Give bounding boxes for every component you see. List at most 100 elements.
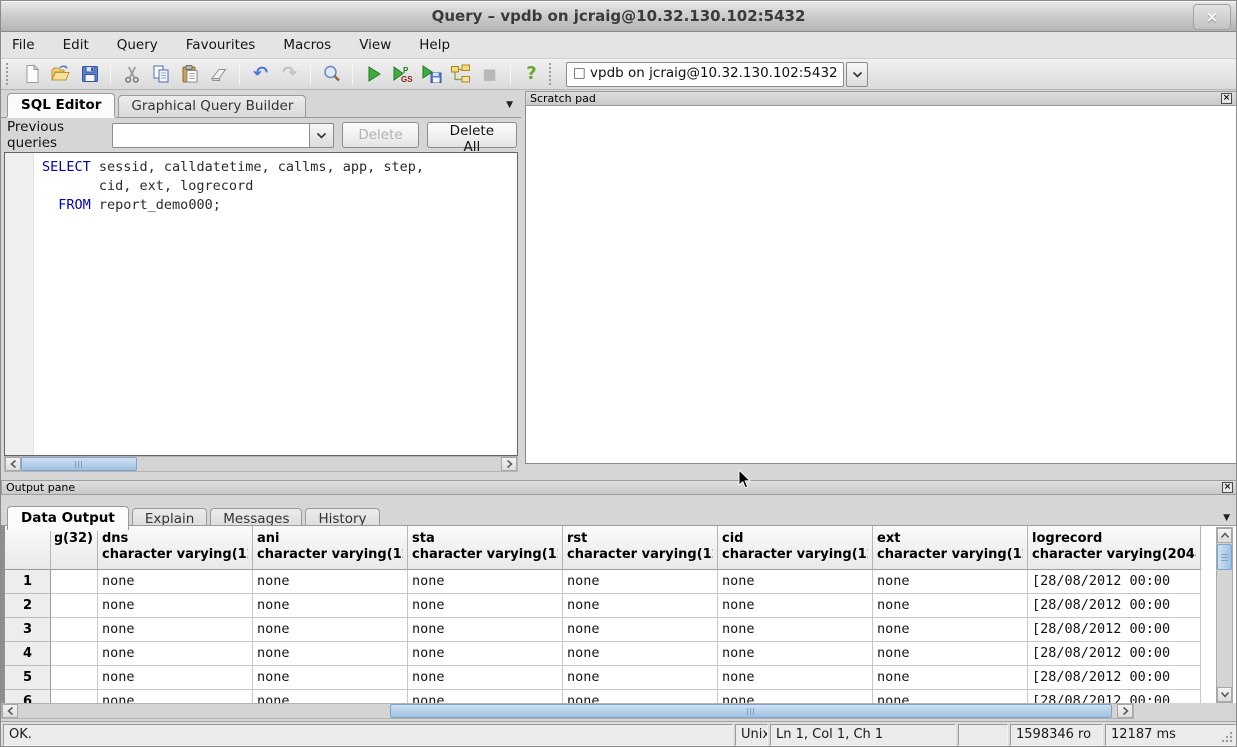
- delete-button[interactable]: Delete: [342, 122, 418, 148]
- table-cell[interactable]: none: [718, 690, 873, 703]
- delete-all-button[interactable]: Delete All: [427, 122, 517, 148]
- row-number[interactable]: 2: [5, 594, 51, 618]
- table-cell[interactable]: none: [873, 666, 1028, 690]
- paste-button[interactable]: [175, 61, 204, 88]
- menu-edit[interactable]: Edit: [63, 37, 89, 53]
- save-file-button[interactable]: [75, 61, 104, 88]
- column-header-dns[interactable]: dnscharacter varying(12): [98, 526, 253, 570]
- output-pane-close-icon[interactable]: ×: [1222, 482, 1233, 493]
- window-close-button[interactable]: ×: [1193, 4, 1231, 30]
- row-number[interactable]: 6: [5, 690, 51, 703]
- table-cell[interactable]: [51, 690, 98, 703]
- copy-button[interactable]: [146, 61, 175, 88]
- connection-dropdown-button[interactable]: [846, 62, 868, 87]
- tab-sql-editor[interactable]: SQL Editor: [7, 93, 115, 117]
- scroll-up-button[interactable]: [1217, 528, 1232, 543]
- explain-query-button[interactable]: [446, 61, 475, 88]
- table-cell[interactable]: [28/08/2012 00:00: [1028, 642, 1201, 666]
- scratch-pad-textarea[interactable]: [525, 106, 1237, 464]
- table-cell[interactable]: none: [408, 666, 563, 690]
- table-cell[interactable]: none: [98, 690, 253, 703]
- find-replace-button[interactable]: [317, 61, 346, 88]
- grid-vscroll-thumb[interactable]: [1217, 544, 1232, 570]
- table-cell[interactable]: none: [408, 642, 563, 666]
- menu-macros[interactable]: Macros: [283, 37, 331, 53]
- menu-help[interactable]: Help: [419, 37, 450, 53]
- connection-selector[interactable]: □ vpdb on jcraig@10.32.130.102:5432: [566, 62, 868, 87]
- table-cell[interactable]: none: [253, 642, 408, 666]
- table-cell[interactable]: none: [408, 690, 563, 703]
- grid-vscroll-track[interactable]: [1217, 571, 1232, 687]
- tab-data-output[interactable]: Data Output: [7, 506, 129, 530]
- scroll-right-button[interactable]: [501, 457, 517, 471]
- table-cell[interactable]: none: [98, 594, 253, 618]
- editor-horizontal-scrollbar[interactable]: [4, 456, 518, 472]
- redo-button[interactable]: ↷: [275, 61, 304, 88]
- open-file-button[interactable]: [46, 61, 75, 88]
- table-cell[interactable]: [28/08/2012 00:00: [1028, 594, 1201, 618]
- undo-button[interactable]: ↶: [246, 61, 275, 88]
- sql-query-text[interactable]: SELECT sessid, calldatetime, callms, app…: [34, 153, 424, 455]
- connection-value[interactable]: □ vpdb on jcraig@10.32.130.102:5432: [566, 62, 844, 87]
- table-cell[interactable]: none: [98, 666, 253, 690]
- table-cell[interactable]: none: [873, 570, 1028, 594]
- column-header-logrecord[interactable]: logrecordcharacter varying(2048): [1028, 526, 1201, 570]
- table-cell[interactable]: [51, 570, 98, 594]
- table-cell[interactable]: none: [718, 594, 873, 618]
- table-cell[interactable]: [51, 642, 98, 666]
- grid-vertical-scrollbar[interactable]: [1216, 527, 1233, 703]
- table-cell[interactable]: [51, 666, 98, 690]
- scratch-pad-close-icon[interactable]: ×: [1221, 93, 1232, 104]
- menu-favourites[interactable]: Favourites: [186, 37, 256, 53]
- table-cell[interactable]: none: [98, 570, 253, 594]
- table-cell[interactable]: none: [563, 666, 718, 690]
- toolbar-grip2[interactable]: [549, 63, 556, 85]
- table-cell[interactable]: none: [408, 594, 563, 618]
- table-cell[interactable]: none: [873, 618, 1028, 642]
- table-cell[interactable]: none: [873, 642, 1028, 666]
- table-cell[interactable]: [28/08/2012 00:00: [1028, 690, 1201, 703]
- table-cell[interactable]: none: [253, 690, 408, 703]
- table-cell[interactable]: none: [253, 666, 408, 690]
- grid-hscroll-track[interactable]: [18, 704, 1117, 718]
- table-cell[interactable]: none: [718, 570, 873, 594]
- table-cell[interactable]: none: [563, 690, 718, 703]
- table-cell[interactable]: none: [98, 618, 253, 642]
- toolbar-grip[interactable]: [6, 63, 13, 85]
- cut-button[interactable]: [117, 61, 146, 88]
- table-cell[interactable]: [28/08/2012 00:00: [1028, 570, 1201, 594]
- table-cell[interactable]: none: [718, 666, 873, 690]
- table-cell[interactable]: none: [253, 618, 408, 642]
- table-cell[interactable]: none: [718, 618, 873, 642]
- scroll-down-button[interactable]: [1217, 687, 1232, 702]
- table-cell[interactable]: [28/08/2012 00:00: [1028, 618, 1201, 642]
- column-header-ani[interactable]: anicharacter varying(12): [253, 526, 408, 570]
- table-cell[interactable]: none: [718, 642, 873, 666]
- table-cell[interactable]: none: [563, 642, 718, 666]
- tab-list-menu-icon[interactable]: ▼: [506, 101, 513, 110]
- previous-queries-combo[interactable]: [112, 123, 334, 148]
- column-header-ext[interactable]: extcharacter varying(12): [873, 526, 1028, 570]
- grid-horizontal-scrollbar[interactable]: [1, 703, 1134, 719]
- table-cell[interactable]: none: [873, 594, 1028, 618]
- sql-text-editor[interactable]: SELECT sessid, calldatetime, callms, app…: [4, 152, 518, 456]
- table-cell[interactable]: none: [253, 570, 408, 594]
- row-number[interactable]: 1: [5, 570, 51, 594]
- new-query-button[interactable]: [17, 61, 46, 88]
- editor-hscroll-track[interactable]: [21, 457, 501, 471]
- table-cell[interactable]: none: [408, 570, 563, 594]
- table-cell[interactable]: none: [408, 618, 563, 642]
- menu-file[interactable]: File: [12, 37, 35, 53]
- resize-grip[interactable]: [1221, 731, 1233, 743]
- table-cell[interactable]: [28/08/2012 00:00: [1028, 666, 1201, 690]
- tab-list-menu-icon[interactable]: ▼: [1223, 514, 1230, 523]
- help-button[interactable]: ?: [517, 61, 546, 88]
- row-number[interactable]: 3: [5, 618, 51, 642]
- scroll-right-button[interactable]: [1117, 704, 1133, 718]
- row-number[interactable]: 4: [5, 642, 51, 666]
- column-header-rst[interactable]: rstcharacter varying(12): [563, 526, 718, 570]
- execute-query-button[interactable]: [359, 61, 388, 88]
- scroll-left-button[interactable]: [2, 704, 18, 718]
- column-header-cid[interactable]: cidcharacter varying(12): [718, 526, 873, 570]
- table-cell[interactable]: none: [563, 594, 718, 618]
